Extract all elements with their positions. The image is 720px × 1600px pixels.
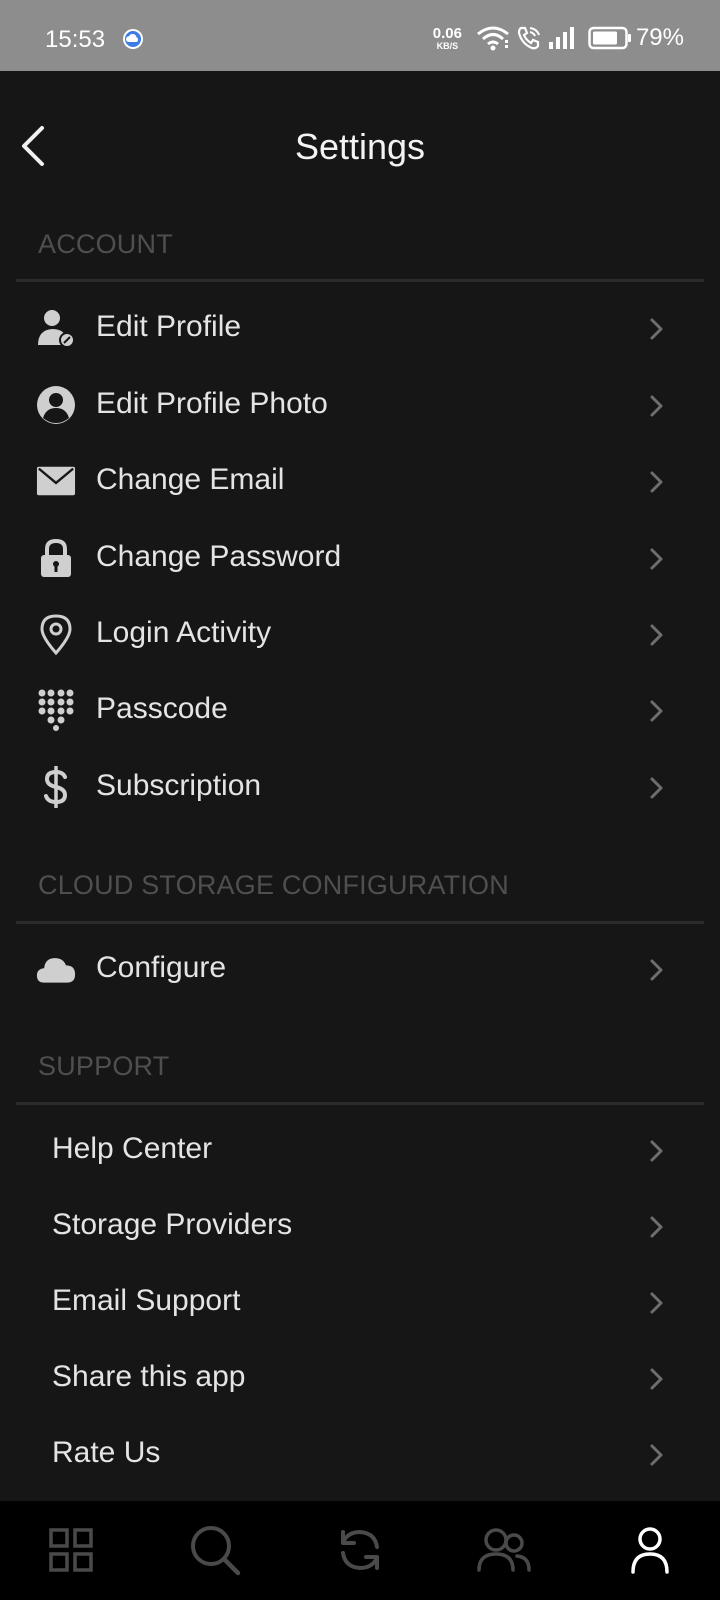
item-label: Subscription [96,769,262,802]
section-divider [16,279,704,282]
item-label: Edit Profile Photo [96,387,328,420]
sync-icon [341,1529,379,1571]
item-label: Share this app [52,1360,246,1393]
chevron-right-icon [650,1216,663,1238]
settings-item-email-support[interactable]: Email Support [16,1265,704,1339]
nav-home-grid[interactable] [44,1523,98,1577]
chevron-right-icon [650,548,663,570]
nav-profile[interactable] [623,1523,677,1577]
chevron-right-icon [650,700,663,722]
net-speed-value: 0.06 [432,24,462,42]
user-edit-icon [36,308,76,348]
item-label: Change Password [96,540,342,573]
chevron-right-icon [650,395,663,417]
keypad-icon [36,689,76,731]
profile-icon [631,1527,669,1574]
settings-item-edit-profile-photo[interactable]: Edit Profile Photo [16,368,704,442]
item-label: Change Email [96,463,285,496]
status-right: 0.06 KB/S 79% [433,24,684,52]
section-divider [16,921,704,924]
chevron-right-icon [650,318,663,340]
envelope-icon [36,461,76,501]
status-bar: 15:53 0.06 KB/S 79% [0,0,720,71]
settings-item-storage-providers[interactable]: Storage Providers [16,1189,704,1263]
users-icon [477,1528,531,1572]
location-pin-icon [36,614,76,655]
settings-item-rate-us[interactable]: Rate Us [16,1417,704,1491]
item-label: Configure [96,951,227,984]
profile-photo-icon [36,385,76,425]
wifi-icon [477,26,509,51]
chevron-right-icon [650,471,663,493]
chevron-right-icon [650,1368,663,1390]
search-icon [191,1526,241,1576]
section-label-support: SUPPORT [38,1051,170,1081]
section-label-account: ACCOUNT [38,229,173,259]
item-label: Email Support [52,1284,241,1317]
settings-item-change-password[interactable]: Change Password [16,521,704,595]
weather-cloud-icon [123,29,143,49]
settings-item-passcode[interactable]: Passcode [16,673,704,747]
chevron-right-icon [650,1292,663,1314]
battery-icon [588,26,631,50]
battery-percent: 79% [635,24,684,51]
settings-item-edit-profile[interactable]: Edit Profile [16,291,704,365]
settings-item-share-app[interactable]: Share this app [16,1341,704,1415]
lock-icon [36,538,76,578]
chevron-right-icon [650,1444,663,1466]
nav-search[interactable] [188,1523,242,1577]
status-time: 15:53 [45,26,106,53]
item-label: Storage Providers [52,1208,293,1241]
settings-item-login-activity[interactable]: Login Activity [16,597,704,671]
chevron-right-icon [650,777,663,799]
nav-users[interactable] [477,1523,531,1577]
item-label: Login Activity [96,616,272,649]
net-speed-unit: KB/S [436,40,459,51]
item-label: Edit Profile [96,310,242,343]
cloud-icon [36,949,76,989]
item-label: Help Center [52,1132,213,1165]
grid-icon [49,1528,93,1572]
chevron-right-icon [650,959,663,981]
item-label: Passcode [96,692,228,725]
chevron-right-icon [650,624,663,646]
settings-item-subscription[interactable]: Subscription [16,750,704,824]
section-label-cloud-storage: CLOUD STORAGE CONFIGURATION [38,870,509,900]
page-title: Settings [294,126,426,167]
settings-item-change-email[interactable]: Change Email [16,444,704,518]
item-label: Rate Us [52,1436,161,1469]
chevron-right-icon [650,1140,663,1162]
net-speed: 0.06 KB/S [433,26,462,51]
wifi-call-icon [517,26,540,50]
bottom-nav [0,1501,720,1600]
dollar-icon [36,766,76,808]
top-bar: Settings [0,71,720,221]
settings-item-help-center[interactable]: Help Center [16,1113,704,1187]
section-divider [16,1102,704,1105]
nav-sync[interactable] [333,1523,387,1577]
signal-icon [548,27,574,49]
settings-item-configure[interactable]: Configure [16,932,704,1006]
